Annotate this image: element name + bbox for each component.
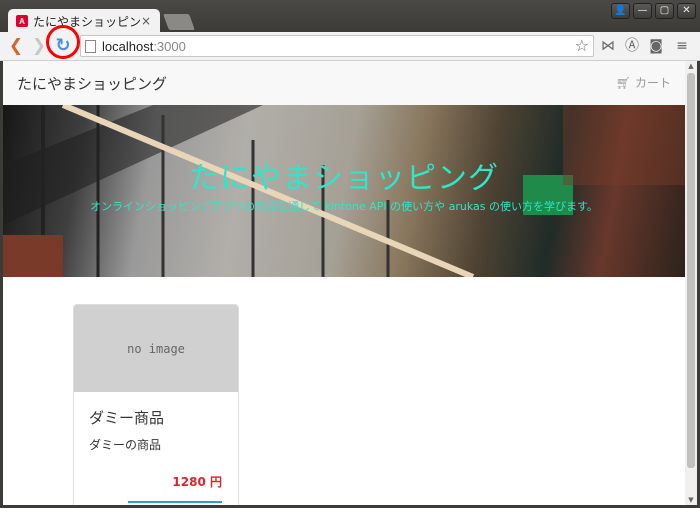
tab-close-button[interactable]: × <box>140 14 152 28</box>
arrow-left-icon: ❮ <box>8 36 24 56</box>
hero-subtitle: オンラインショッピングアプリの作成を通じて kintone API の使い方や … <box>90 200 598 213</box>
cart-icon: 🛒︎ <box>615 76 632 90</box>
browser-toolbar: ❮ ❯ ↻ localhost:3000 ☆ ⋈ Ⓐ ◙ ≡ <box>0 32 700 61</box>
add-to-cart-button[interactable] <box>128 501 222 505</box>
extension-n-icon[interactable]: ⋈ <box>599 37 617 55</box>
cart-label: カート <box>634 76 671 90</box>
page-content: たにやまショッピング 🛒︎ カート たにやまショッピング オンラインショッピング… <box>3 61 685 505</box>
product-price: 1280 円 <box>172 475 222 489</box>
vertical-scrollbar[interactable]: ▲ ▼ <box>685 61 697 505</box>
angular-extension-icon[interactable]: Ⓐ <box>623 37 641 55</box>
product-description: ダミーの商品 <box>89 438 162 452</box>
reload-icon: ↻ <box>55 35 71 56</box>
window-controls: 👤 — ▢ ✕ <box>611 3 696 19</box>
product-name: ダミー商品 <box>89 409 165 427</box>
star-icon[interactable]: ☆ <box>575 36 589 56</box>
maximize-button[interactable]: ▢ <box>655 3 674 19</box>
tab-title: たにやまショッピング <box>33 14 140 29</box>
close-window-button[interactable]: ✕ <box>677 3 696 19</box>
url-host: localhost <box>102 38 154 54</box>
arrow-right-icon: ❯ <box>31 36 47 56</box>
back-button[interactable]: ❮ <box>6 36 26 56</box>
address-bar[interactable]: localhost:3000 ☆ <box>80 35 594 57</box>
scroll-down-arrow[interactable]: ▼ <box>685 495 697 505</box>
new-tab-button[interactable] <box>163 14 195 30</box>
angular-favicon-icon: A <box>16 15 28 27</box>
site-navbar: たにやまショッピング 🛒︎ カート <box>3 61 685 106</box>
product-image-placeholder: no image <box>74 305 238 392</box>
browser-tab[interactable]: A たにやまショッピング × <box>8 9 160 33</box>
menu-icon[interactable]: ≡ <box>673 37 691 55</box>
cart-link[interactable]: 🛒︎ カート <box>616 74 671 91</box>
browser-window: A たにやまショッピング × 👤 — ▢ ✕ ❮ ❯ ↻ localhost:3… <box>0 0 700 508</box>
product-card[interactable]: no image ダミー商品 ダミーの商品 1280 円 <box>73 304 239 505</box>
forward-button[interactable]: ❯ <box>29 36 49 56</box>
scroll-thumb[interactable] <box>687 73 695 468</box>
title-bar: A たにやまショッピング × 👤 — ▢ ✕ <box>0 0 700 33</box>
minimize-button[interactable]: — <box>633 3 652 19</box>
site-brand[interactable]: たにやまショッピング <box>17 73 167 94</box>
reload-button[interactable]: ↻ <box>53 36 73 56</box>
hero-banner: たにやまショッピング オンラインショッピングアプリの作成を通じて kintone… <box>3 105 685 277</box>
url-port: :3000 <box>153 38 186 54</box>
page-icon <box>85 39 96 53</box>
hero-title: たにやまショッピング <box>189 161 499 196</box>
profile-button[interactable]: 👤 <box>611 3 630 19</box>
scroll-up-arrow[interactable]: ▲ <box>685 61 697 71</box>
camera-icon[interactable]: ◙ <box>647 37 665 55</box>
